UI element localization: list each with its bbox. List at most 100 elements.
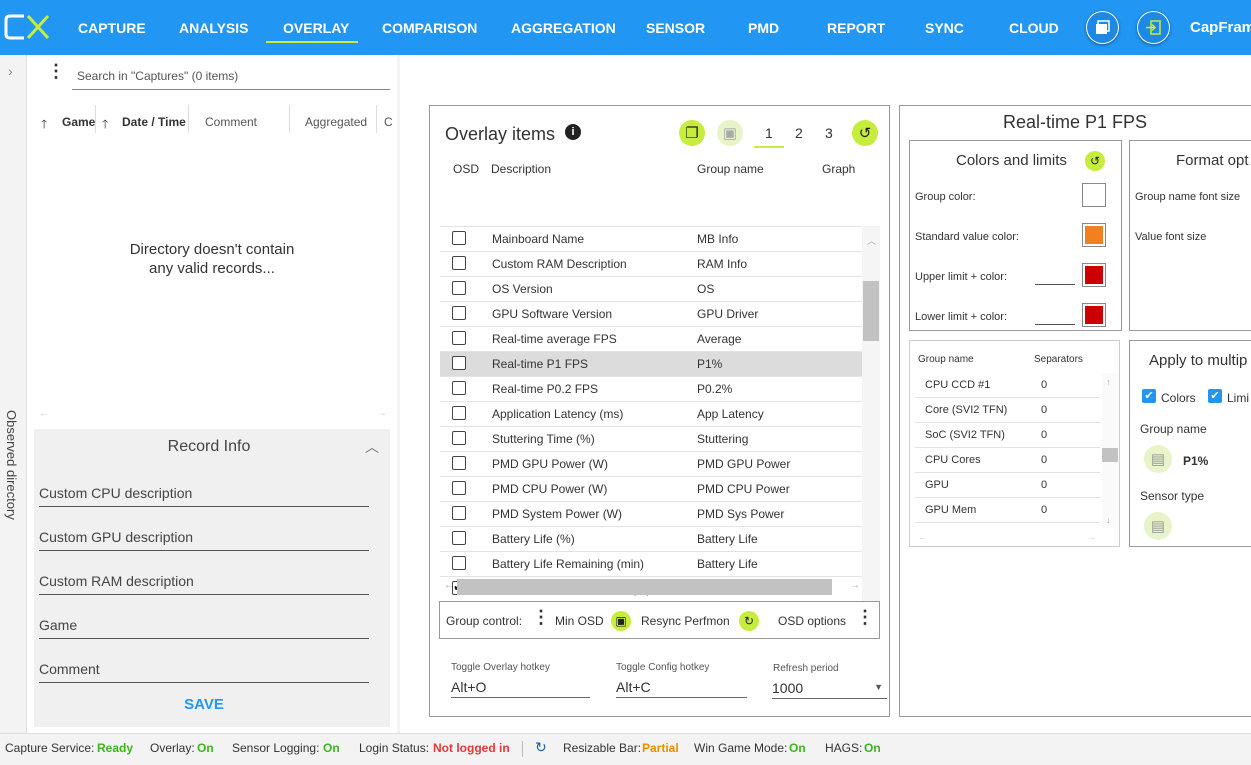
game-field[interactable]: Game [39,617,77,633]
toggle-config-hotkey-input[interactable]: Alt+C [616,676,747,698]
more-options-icon[interactable]: ⋮ [47,62,65,80]
custom-cpu-field[interactable]: Custom CPU description [39,485,192,501]
overlay-row[interactable]: GPU Software Version GPU Driver [440,301,862,326]
osd-checkbox[interactable] [452,256,466,270]
row-group-name[interactable]: MB Info [697,232,738,246]
horizontal-scrollbar[interactable] [457,579,832,595]
scroll-left-icon[interactable]: ← [918,532,927,542]
separator-row[interactable]: GPU Mem 0 [915,498,1100,523]
row-group-name[interactable]: P1% [697,357,722,371]
scroll-right-icon[interactable]: → [377,408,387,419]
nav-capture[interactable]: CAPTURE [78,20,146,36]
upper-color-swatch[interactable] [1082,263,1106,287]
separator-value[interactable]: 0 [1041,404,1047,416]
osd-checkbox[interactable] [452,531,466,545]
standard-color-swatch[interactable] [1082,223,1106,247]
page-1-tab[interactable]: 1 [765,125,773,141]
scroll-right-icon[interactable]: → [850,580,860,591]
observed-directory-strip[interactable]: › Observed directory [0,55,27,733]
osd-checkbox[interactable] [452,231,466,245]
colors-reset-button[interactable]: ↺ [1085,151,1105,171]
row-group-name[interactable]: GPU Driver [697,307,758,321]
overlay-row[interactable]: Real-time P0.2 FPS P0.2% [440,376,862,401]
nav-aggregation[interactable]: AGGREGATION [511,20,616,36]
separator-value[interactable]: 0 [1041,479,1047,491]
custom-gpu-field[interactable]: Custom GPU description [39,529,193,545]
overlay-row[interactable]: Battery Life Remaining (min) Battery Life [440,551,862,576]
lower-color-swatch[interactable] [1082,303,1106,327]
osd-checkbox[interactable] [452,356,466,370]
row-group-name[interactable]: P0.2% [697,382,732,396]
row-group-name[interactable]: PMD GPU Power [697,457,790,471]
sep-scrollbar[interactable] [1102,373,1118,528]
sort-up-icon[interactable]: 🡑 [41,115,47,136]
limits-checkbox[interactable]: ✔ [1208,389,1222,403]
resync-button[interactable]: ↻ [739,611,759,631]
nav-sensor[interactable]: SENSOR [646,20,705,36]
scroll-left-icon[interactable]: ← [444,580,454,591]
overlay-row[interactable]: Mainboard Name MB Info [440,226,862,251]
separator-row[interactable]: CPU Cores 0 [915,448,1100,473]
separator-row[interactable]: Core (SVI2 TFN) 0 [915,398,1100,423]
row-group-name[interactable]: OS [697,282,714,296]
apply-sensor-type-button[interactable]: ▤ [1144,512,1172,540]
row-group-name[interactable]: Average [697,332,741,346]
chevron-right-icon[interactable]: › [8,63,13,79]
osd-checkbox[interactable] [452,431,466,445]
login-button[interactable] [1137,11,1170,44]
refresh-icon[interactable]: ↻ [535,739,547,756]
nav-overlay[interactable]: OVERLAY [283,20,349,36]
separator-value[interactable]: 0 [1041,504,1047,516]
osd-checkbox[interactable] [452,481,466,495]
scroll-down-icon[interactable]: ↓ [1106,515,1111,525]
osd-options-menu-icon[interactable]: ⋮ [856,607,874,628]
sort-up-icon[interactable]: 🡑 [102,115,108,136]
osd-checkbox[interactable] [452,331,466,345]
captures-search-input[interactable]: Search in "Captures" (0 items) [72,65,390,90]
osd-checkbox[interactable] [452,456,466,470]
copy-button[interactable]: ❐ [679,120,705,146]
osd-checkbox[interactable] [452,381,466,395]
scroll-up-icon[interactable]: ↑ [1106,377,1111,387]
page-2-tab[interactable]: 2 [795,125,803,141]
lower-limit-input[interactable] [1035,324,1075,325]
save-overlay-button[interactable]: ▣ [717,120,743,146]
separator-value[interactable]: 0 [1041,379,1047,391]
overlay-row[interactable]: Battery Life (%) Battery Life [440,526,862,551]
separator-row[interactable]: SoC (SVI2 TFN) 0 [915,423,1100,448]
colors-checkbox[interactable]: ✔ [1142,389,1156,403]
row-group-name[interactable]: Battery Life [697,557,758,571]
overlay-row[interactable]: PMD GPU Power (W) PMD GPU Power [440,451,862,476]
refresh-period-select[interactable]: 1000 ▼ [772,677,887,699]
page-3-tab[interactable]: 3 [825,125,833,141]
separator-value[interactable]: 0 [1041,454,1047,466]
row-group-name[interactable]: App Latency [697,407,764,421]
min-osd-button[interactable]: ▣ [611,611,631,631]
scroll-thumb[interactable] [863,281,879,341]
scroll-up-icon[interactable]: ︿ [867,234,876,247]
overlay-row[interactable]: Application Latency (ms) App Latency [440,401,862,426]
row-group-name[interactable]: PMD CPU Power [697,482,790,496]
col-datetime[interactable]: Date / Time [122,115,186,129]
nav-comparison[interactable]: COMPARISON [382,20,477,36]
nav-pmd[interactable]: PMD [748,20,779,36]
overlay-row[interactable]: PMD CPU Power (W) PMD CPU Power [440,476,862,501]
col-extra[interactable]: C [384,115,393,129]
upper-limit-input[interactable] [1035,284,1075,285]
save-button[interactable]: SAVE [34,696,374,713]
row-group-name[interactable]: Battery Life [697,532,758,546]
row-group-name[interactable]: PMD Sys Power [697,507,784,521]
reset-button[interactable]: ↺ [852,120,878,146]
osd-checkbox[interactable] [452,281,466,295]
overlay-row[interactable]: Stuttering Time (%) Stuttering [440,426,862,451]
separator-value[interactable]: 0 [1041,429,1047,441]
osd-checkbox[interactable] [452,306,466,320]
nav-cloud[interactable]: CLOUD [1009,20,1059,36]
overlay-row[interactable]: PMD System Power (W) PMD Sys Power [440,501,862,526]
overlay-row[interactable]: Custom RAM Description RAM Info [440,251,862,276]
overlay-row[interactable]: Real-time P1 FPS P1% [440,351,862,376]
nav-sync[interactable]: SYNC [925,20,964,36]
separator-row[interactable]: CPU CCD #1 0 [915,373,1100,398]
osd-checkbox[interactable] [452,506,466,520]
overlay-row[interactable]: Real-time average FPS Average [440,326,862,351]
